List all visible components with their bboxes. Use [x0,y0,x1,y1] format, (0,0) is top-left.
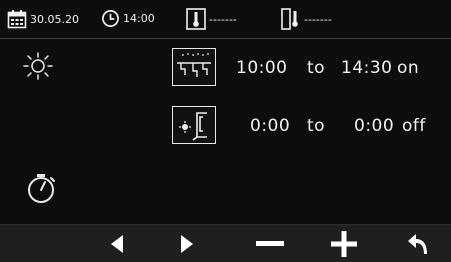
shower-from-time[interactable]: 10:00 [236,58,288,78]
heating-state[interactable]: off [402,116,426,136]
previous-button[interactable] [97,225,137,262]
arrow-right-icon [179,233,195,255]
time-text: 14:00 [123,12,155,25]
outdoor-temperature: ------- [281,8,332,30]
increase-button[interactable] [324,225,364,262]
outdoor-thermometer-icon [281,8,301,30]
outdoor-temperature-value: ------- [304,12,332,26]
clock-icon [101,9,120,28]
heating-to-label: to [307,116,326,136]
bottom-toolbar [0,224,451,262]
screen: 30.05.20 14:00 ------- ------- 10:00 to … [0,0,451,262]
indoor-temperature: ------- [186,8,237,30]
date-display: 30.05.20 [7,9,79,29]
shower-to-label: to [307,58,326,78]
status-divider [0,38,451,39]
back-button[interactable] [398,225,438,262]
minus-icon [256,240,284,247]
date-text: 30.05.20 [30,12,79,26]
indoor-temperature-value: ------- [209,12,237,26]
timer-icon[interactable] [25,172,59,210]
heating-to-time[interactable]: 0:00 [354,116,394,136]
shower-icon [172,48,216,86]
decrease-button[interactable] [250,225,290,262]
arrow-left-icon [109,233,125,255]
calendar-icon [7,9,27,29]
time-display: 14:00 [101,9,155,28]
status-bar: 30.05.20 14:00 ------- ------- [0,0,451,40]
return-arrow-icon [407,232,429,256]
indoor-thermometer-icon [186,8,206,30]
shower-state[interactable]: on [397,58,419,78]
heating-appliance-icon [172,106,216,144]
next-button[interactable] [167,225,207,262]
schedule-row-heating[interactable]: 0:00 to 0:00 off [0,106,451,146]
plus-icon [331,230,357,257]
schedule-row-shower[interactable]: 10:00 to 14:30 on [0,48,451,88]
shower-to-time[interactable]: 14:30 [341,58,393,78]
heating-from-time[interactable]: 0:00 [250,116,290,136]
